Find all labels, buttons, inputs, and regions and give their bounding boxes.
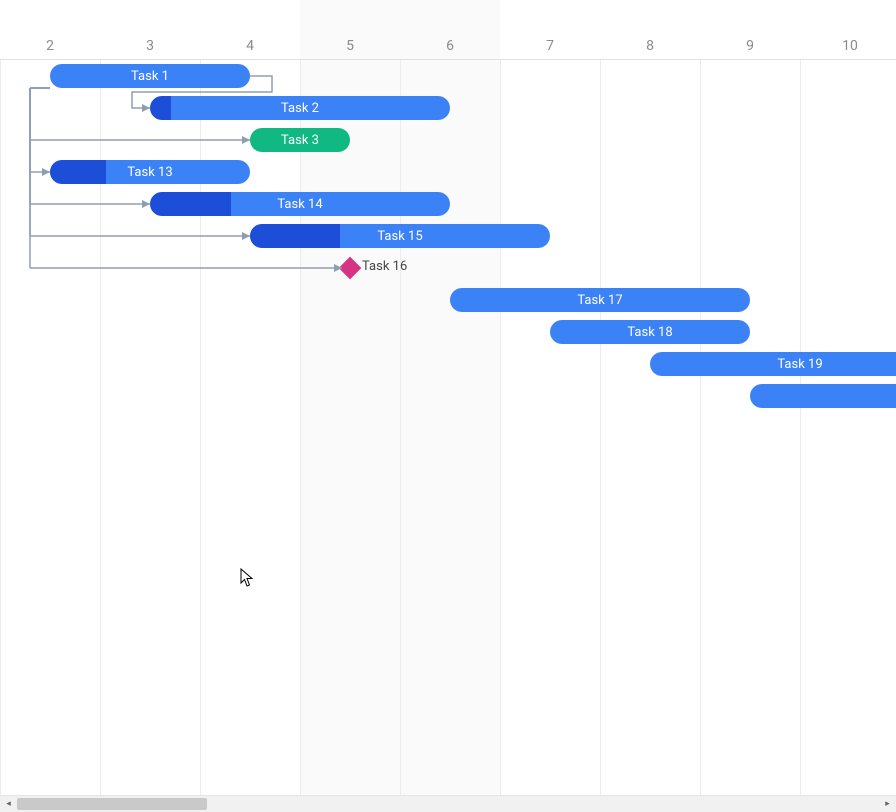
gantt-grid[interactable]: Task 1 Task 2 Task 3 Task 13 Task 14 Task 15 T… xyxy=(0,60,896,795)
grid-line xyxy=(600,60,601,795)
task-bar[interactable]: Task 17 xyxy=(450,288,750,312)
timeline-col-label: 2 xyxy=(46,38,54,54)
grid-line xyxy=(400,60,401,795)
timeline-col-label: 3 xyxy=(146,38,154,54)
task-label: Task 15 xyxy=(377,229,422,244)
task-label: Task 14 xyxy=(277,197,322,212)
timeline-highlight xyxy=(300,0,500,59)
dependency-connector xyxy=(30,88,150,208)
task-label: Task 17 xyxy=(577,293,622,308)
task-bar[interactable]: Task 13 xyxy=(50,160,250,184)
gantt-viewport: 2345678910 Task 1Task 2Task 3Task 13Task… xyxy=(0,0,896,812)
task-bar[interactable]: Task 2 xyxy=(150,96,450,120)
grid-line xyxy=(500,60,501,795)
grid-line xyxy=(300,60,301,795)
task-bar[interactable]: Task 19 xyxy=(650,352,896,376)
task-progress xyxy=(50,160,106,184)
task-label: Task 3 xyxy=(281,133,319,148)
task-label: Task 19 xyxy=(777,357,822,372)
task-bar[interactable]: Task 1 xyxy=(50,64,250,88)
scrollbar-thumb[interactable] xyxy=(17,798,207,810)
timeline-col-label: 4 xyxy=(246,38,254,54)
scroll-left-arrow[interactable]: ◂ xyxy=(0,796,17,812)
task-progress xyxy=(150,192,231,216)
task-label: Task 18 xyxy=(627,325,672,340)
task-label: Task 1 xyxy=(131,69,169,84)
task-bar[interactable]: Task 3 xyxy=(250,128,350,152)
timeline-col-label: 8 xyxy=(646,38,654,54)
task-bar[interactable]: Task 18 xyxy=(550,320,750,344)
timeline-col-label: 7 xyxy=(546,38,554,54)
timeline-header: 2 3 4 5 6 7 8 9 10 xyxy=(0,0,896,60)
timeline-col-label: 5 xyxy=(346,38,354,54)
task-label: Task 2 xyxy=(281,101,319,116)
milestone-label: Task 16 xyxy=(362,259,407,274)
grid-line xyxy=(0,60,1,795)
task-progress xyxy=(250,224,340,248)
grid-line xyxy=(800,60,801,795)
timeline-col-label: 9 xyxy=(746,38,754,54)
task-label: Task 13 xyxy=(127,165,172,180)
task-bar[interactable]: Task 14 xyxy=(150,192,450,216)
grid-line xyxy=(700,60,701,795)
scroll-right-arrow[interactable]: ▸ xyxy=(879,796,896,812)
scrollbar-track[interactable] xyxy=(17,796,879,812)
timeline-col-label: 6 xyxy=(446,38,454,54)
timeline-col-label: 10 xyxy=(842,38,858,54)
task-bar[interactable] xyxy=(750,384,896,408)
task-progress xyxy=(150,96,171,120)
task-bar[interactable]: Task 15 xyxy=(250,224,550,248)
horizontal-scrollbar[interactable]: ◂ ▸ xyxy=(0,795,896,812)
dependency-connector xyxy=(30,88,50,176)
